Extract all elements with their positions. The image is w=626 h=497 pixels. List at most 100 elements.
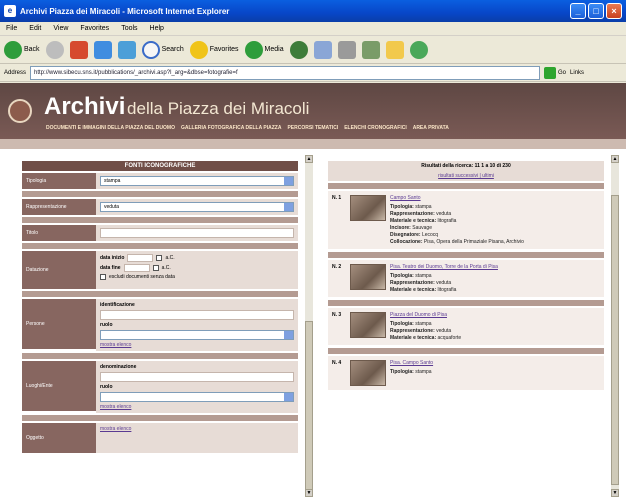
history-button[interactable] xyxy=(289,40,308,59)
toolbar: Back Search Favorites Media xyxy=(0,36,626,64)
print-icon xyxy=(337,40,356,59)
window-titlebar: e Archivi Piazza dei Miracoli - Microsof… xyxy=(0,0,626,22)
right-scrollbar[interactable]: ▲ ▼ xyxy=(611,155,619,497)
divider xyxy=(22,217,298,223)
data-fine-input[interactable] xyxy=(123,264,150,272)
search-button[interactable]: Search xyxy=(141,40,184,59)
media-button[interactable]: Media xyxy=(244,40,284,59)
scroll-up-icon[interactable]: ▲ xyxy=(611,155,619,163)
luoghi-row: Luoghi/Ente denominazione ruolo mostra e… xyxy=(22,361,298,413)
dropdown-arrow-icon xyxy=(284,331,293,339)
result-title-link[interactable]: Pisa. Campo Santo xyxy=(390,360,600,366)
ruolo2-select[interactable] xyxy=(100,392,294,402)
menu-view[interactable]: View xyxy=(53,25,68,32)
result-title-link[interactable]: Campo Santo xyxy=(390,195,600,201)
rappresentazione-select[interactable]: veduta xyxy=(100,202,294,212)
folder-icon xyxy=(385,40,404,59)
mail-icon xyxy=(313,40,332,59)
ac-inizio-checkbox[interactable] xyxy=(156,255,163,261)
data-inizio-input[interactable] xyxy=(127,254,154,262)
ie-icon: e xyxy=(4,5,16,17)
menu-tools[interactable]: Tools xyxy=(121,25,137,32)
result-title-link[interactable]: Piazza del Duomo di Pisa xyxy=(390,312,600,318)
site-banner: Archivi della Piazza dei Miracoli DOCUME… xyxy=(0,83,626,139)
links-button[interactable]: Links xyxy=(570,70,584,76)
stop-icon xyxy=(69,40,88,59)
mostra-elenco-link[interactable]: mostra elenco xyxy=(100,342,294,348)
dropdown-arrow-icon xyxy=(284,177,293,185)
divider xyxy=(22,191,298,197)
divider xyxy=(22,415,298,421)
go-arrow-icon xyxy=(544,66,557,79)
titolo-input[interactable] xyxy=(100,228,294,238)
result-thumbnail[interactable] xyxy=(350,195,386,221)
favorites-button[interactable]: Favorites xyxy=(189,40,239,59)
maximize-button[interactable]: □ xyxy=(588,3,604,19)
datazione-row: Datazione data inizio a.C. data fine a.C. … xyxy=(22,251,298,289)
divider xyxy=(22,353,298,359)
left-scrollbar[interactable]: ▲ ▼ xyxy=(305,155,313,497)
tipologia-select[interactable]: stampa xyxy=(100,176,294,186)
menu-favorites[interactable]: Favorites xyxy=(80,25,109,32)
nav-percorsi[interactable]: PERCORSI TEMATICI xyxy=(287,125,338,131)
result-thumbnail[interactable] xyxy=(350,264,386,290)
history-icon xyxy=(289,40,308,59)
persone-label: Persone xyxy=(22,299,96,349)
address-label: Address xyxy=(4,69,27,76)
divider xyxy=(328,348,604,354)
menu-file[interactable]: File xyxy=(6,25,17,32)
back-button[interactable]: Back xyxy=(4,40,40,59)
results-pager: risultati successivi | ultimi xyxy=(328,171,604,181)
datazione-label: Datazione xyxy=(22,251,96,289)
go-button[interactable]: Go xyxy=(544,66,566,79)
dropdown-arrow-icon xyxy=(284,393,293,401)
result-thumbnail[interactable] xyxy=(350,312,386,338)
result-item: N. 4 Pisa. Campo Santo Tipologia: stampa xyxy=(328,356,604,390)
divider xyxy=(22,243,298,249)
scroll-thumb[interactable] xyxy=(611,195,619,485)
identificazione-input[interactable] xyxy=(100,310,294,320)
scroll-up-icon[interactable]: ▲ xyxy=(305,155,313,163)
print-button[interactable] xyxy=(337,40,356,59)
titolo-label: Titolo xyxy=(22,225,96,241)
mail-button[interactable] xyxy=(313,40,332,59)
site-logo[interactable] xyxy=(8,99,32,123)
mostra-elenco-link[interactable]: mostra elenco xyxy=(100,404,294,410)
messenger-button[interactable] xyxy=(409,40,428,59)
forward-button[interactable] xyxy=(45,40,64,59)
window-title: Archivi Piazza dei Miracoli - Microsoft … xyxy=(20,6,230,16)
site-nav: DOCUMENTI E IMMAGINI DELLA PIAZZA DEL DU… xyxy=(46,125,449,131)
minimize-button[interactable]: _ xyxy=(570,3,586,19)
oggetto-label: Oggetto xyxy=(22,423,96,453)
ac-fine-checkbox[interactable] xyxy=(152,265,159,271)
scroll-down-icon[interactable]: ▼ xyxy=(611,489,619,497)
web-page: Archivi della Piazza dei Miracoli DOCUME… xyxy=(0,83,626,497)
result-item: N. 1 Campo Santo Tipologia: stampa Rappr… xyxy=(328,191,604,249)
folder-button[interactable] xyxy=(385,40,404,59)
nav-documenti[interactable]: DOCUMENTI E IMMAGINI DELLA PIAZZA DEL DU… xyxy=(46,125,175,131)
search-form: FONTI ICONOGRAFICHE Tipologia stampa Rap… xyxy=(22,161,298,455)
divider xyxy=(328,300,604,306)
divider xyxy=(22,291,298,297)
edit-button[interactable] xyxy=(361,40,380,59)
stop-button[interactable] xyxy=(69,40,88,59)
rappresentazione-label: Rappresentazione xyxy=(22,199,96,215)
result-thumbnail[interactable] xyxy=(350,360,386,386)
mostra-elenco-link[interactable]: mostra elenco xyxy=(100,426,294,432)
scroll-thumb[interactable] xyxy=(305,321,313,491)
menu-help[interactable]: Help xyxy=(150,25,164,32)
refresh-button[interactable] xyxy=(93,40,112,59)
nav-area-privata[interactable]: AREA PRIVATA xyxy=(413,125,449,131)
nav-galleria[interactable]: GALLERIA FOTOGRAFICA DELLA PIAZZA xyxy=(181,125,281,131)
denominazione-input[interactable] xyxy=(100,372,294,382)
close-button[interactable]: × xyxy=(606,3,622,19)
result-title-link[interactable]: Pisa. Teatro dei Duomo, Torre de la Port… xyxy=(390,264,600,270)
ruolo-select[interactable] xyxy=(100,330,294,340)
dropdown-arrow-icon xyxy=(284,203,293,211)
escludi-checkbox[interactable] xyxy=(100,274,106,280)
menu-edit[interactable]: Edit xyxy=(29,25,41,32)
address-input[interactable]: http://www.sibecu.sns.it/pubblications/_… xyxy=(30,65,541,80)
nav-elenchi[interactable]: ELENCHI CRONOGRAFICI xyxy=(344,125,407,131)
home-button[interactable] xyxy=(117,40,136,59)
scroll-down-icon[interactable]: ▼ xyxy=(305,489,313,497)
